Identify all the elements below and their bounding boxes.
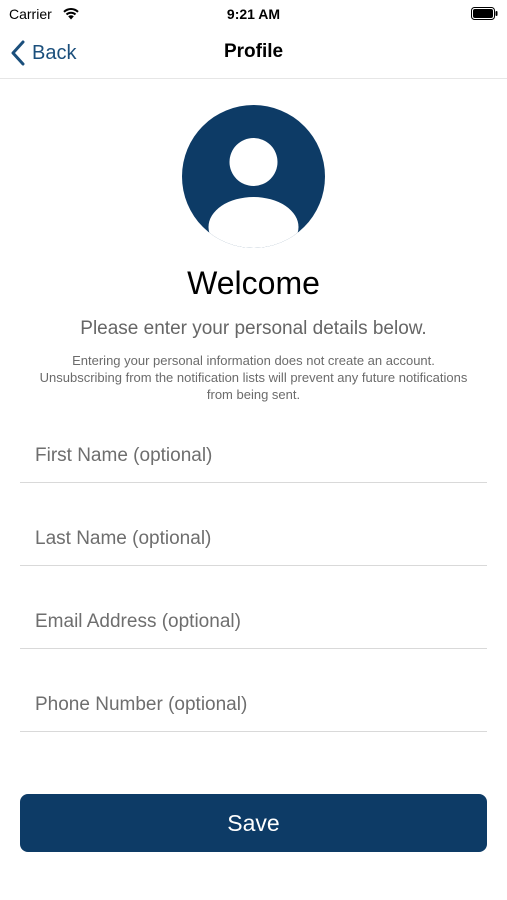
last-name-field — [20, 515, 487, 566]
status-time: 9:21 AM — [226, 6, 281, 22]
subtitle-text: Please enter your personal details below… — [80, 318, 427, 339]
phone-input[interactable] — [35, 689, 477, 721]
person-icon — [182, 105, 325, 248]
page-title: Profile — [223, 41, 284, 62]
last-name-input[interactable] — [35, 523, 477, 555]
save-button[interactable]: Save — [20, 794, 487, 852]
disclaimer-text: Entering your personal information does … — [39, 353, 468, 402]
first-name-input[interactable] — [35, 440, 477, 472]
welcome-heading: Welcome — [187, 265, 320, 301]
battery-icon — [471, 7, 498, 20]
navigation-bar: Back Profile — [0, 28, 507, 79]
status-bar: Carrier 9:21 AM — [0, 0, 507, 28]
email-input[interactable] — [35, 606, 477, 638]
first-name-field — [20, 432, 487, 483]
email-field — [20, 598, 487, 649]
phone-field — [20, 681, 487, 732]
